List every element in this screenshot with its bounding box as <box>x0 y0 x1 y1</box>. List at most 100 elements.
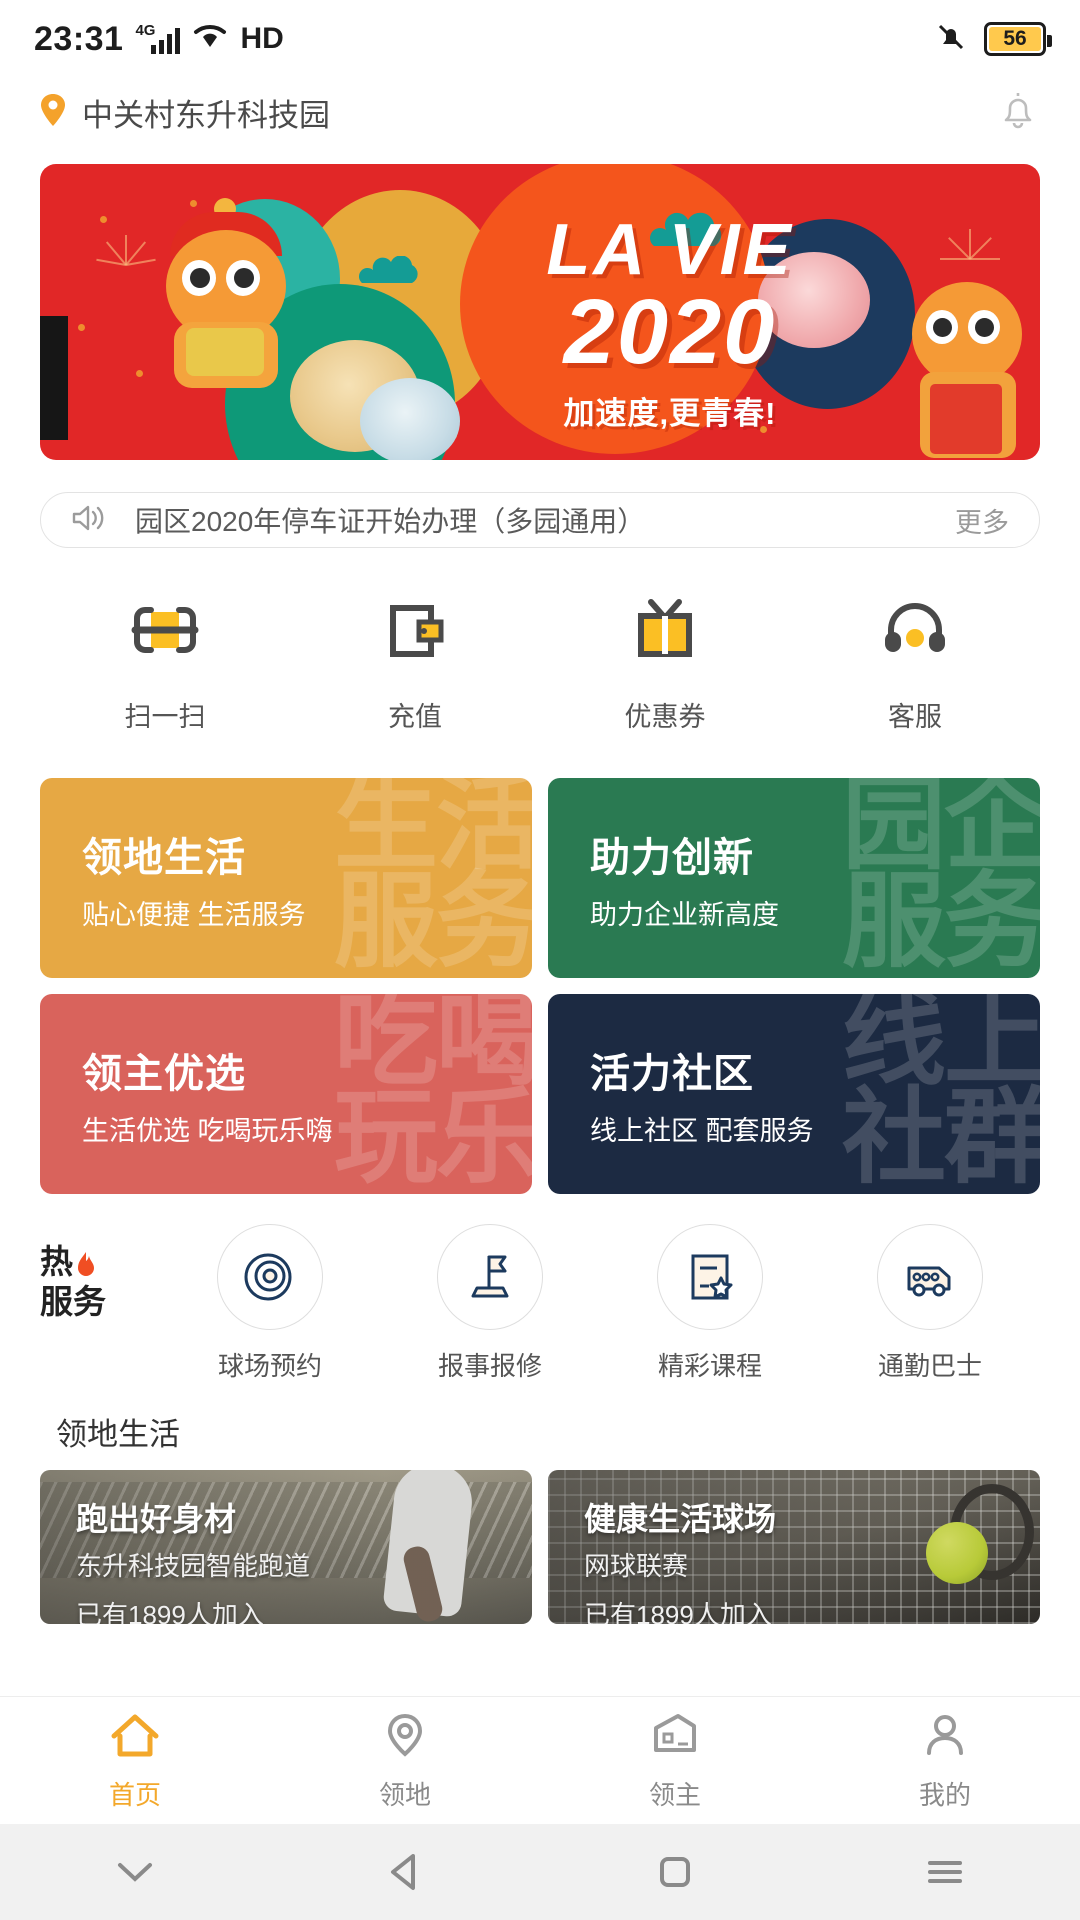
home-icon <box>108 1710 162 1765</box>
card-title: 领地生活 <box>82 835 246 880</box>
status-bar-right: 56 <box>934 20 1052 59</box>
banner-title-line2: 2020 <box>563 281 777 384</box>
battery-level: 56 <box>1003 27 1027 50</box>
status-time: 23:31 <box>34 19 124 58</box>
promo-banner[interactable]: LA VIE 2020 加速度,更青春! <box>40 164 1040 460</box>
feed-card-running[interactable]: 跑出好身材 东升科技园智能跑道 已有1899人加入 <box>40 1470 532 1624</box>
quick-action-recharge[interactable]: 充值 <box>290 594 540 734</box>
feature-card-innovation[interactable]: 园企 服务 助力创新 助力企业新高度 <box>548 778 1040 978</box>
hd-label: HD <box>240 22 284 55</box>
bell-muted-icon <box>934 20 968 59</box>
bottom-tab-bar: 首页 领地 领主 我的 <box>0 1696 1080 1824</box>
gift-coupon-icon <box>629 594 701 671</box>
card-title: 助力创新 <box>590 835 754 880</box>
feature-card-selection[interactable]: 吃喝 玩乐 领主优选 生活优选 吃喝玩乐嗨 <box>40 994 532 1194</box>
feed-card-text: 跑出好身材 东升科技园智能跑道 已有1899人加入 <box>76 1494 310 1624</box>
mascot-character <box>152 198 302 392</box>
banner-side-badge <box>40 316 68 440</box>
quick-action-support[interactable]: 客服 <box>790 594 1040 734</box>
mascot-character <box>896 276 1036 458</box>
card-subtitle: 线上社区 配套服务 <box>590 1115 814 1146</box>
cloud-motif-icon <box>356 255 430 295</box>
banner-text-block: LA VIE 2020 加速度,更青春! <box>510 210 830 433</box>
tab-landlord[interactable]: 领主 <box>540 1710 810 1812</box>
feature-card-life[interactable]: 生活 服务 领地生活 贴心便捷 生活服务 <box>40 778 532 978</box>
hot-title-line1: 热 <box>40 1243 73 1280</box>
headset-support-icon <box>879 594 951 671</box>
hot-service-repair[interactable]: 报事报修 <box>380 1224 600 1383</box>
report-repair-icon <box>437 1224 543 1330</box>
feed-card-title: 健康生活球场 <box>584 1501 777 1537</box>
card-title: 领主优选 <box>82 1051 246 1096</box>
location-pin-icon <box>40 93 66 132</box>
course-certificate-icon <box>657 1224 763 1330</box>
signal-icon: 4G <box>135 22 181 54</box>
location-name: 中关村东升科技园 <box>82 97 330 133</box>
peony-flower <box>360 378 460 460</box>
feed-card-tennis[interactable]: 健康生活球场 网球联赛 已有1899人加入 <box>548 1470 1040 1624</box>
hot-services-title: 热 服务 <box>40 1224 160 1323</box>
hot-service-court[interactable]: 球场预约 <box>160 1224 380 1383</box>
status-bar-left: 23:31 4G HD <box>34 20 284 59</box>
quick-actions-row: 扫一扫 充值 优惠券 客服 <box>40 594 1040 734</box>
hot-service-label: 精彩课程 <box>657 1351 762 1381</box>
notification-bell-icon[interactable] <box>996 87 1040 138</box>
quick-action-scan[interactable]: 扫一扫 <box>40 594 290 734</box>
shuttle-bus-icon <box>877 1224 983 1330</box>
banner-subtitle: 加速度,更青春! <box>563 396 777 432</box>
quick-action-label: 客服 <box>888 702 942 732</box>
tab-profile[interactable]: 我的 <box>810 1710 1080 1812</box>
card-title: 活力社区 <box>590 1051 754 1096</box>
card-subtitle: 生活优选 吃喝玩乐嗨 <box>82 1115 333 1146</box>
speaker-icon <box>71 503 105 538</box>
feed-card-joined: 已有1899人加入 <box>584 1600 772 1624</box>
notice-bar[interactable]: 园区2020年停车证开始办理（多园通用） 更多 <box>40 492 1040 548</box>
hot-service-label: 球场预约 <box>217 1351 322 1381</box>
feed-card-subtitle: 东升科技园智能跑道 <box>76 1551 311 1581</box>
feed-card-joined: 已有1899人加入 <box>76 1600 264 1624</box>
back-triangle-icon[interactable] <box>270 1850 540 1894</box>
feed-card-title: 跑出好身材 <box>76 1501 237 1537</box>
feed-card-text: 健康生活球场 网球联赛 已有1899人加入 <box>584 1494 776 1624</box>
banner-title-line1: LA VIE <box>546 210 794 290</box>
home-square-icon[interactable] <box>540 1851 810 1893</box>
feed-card-subtitle: 网球联赛 <box>584 1551 689 1581</box>
wallet-icon <box>379 594 451 671</box>
feature-card-community[interactable]: 线上 社群 活力社区 线上社区 配套服务 <box>548 994 1040 1194</box>
battery-indicator: 56 <box>984 22 1052 56</box>
pin-icon <box>380 1710 430 1765</box>
quick-action-label: 扫一扫 <box>124 702 206 732</box>
tab-label: 领地 <box>378 1779 431 1810</box>
tab-label: 我的 <box>918 1779 971 1810</box>
notice-text: 园区2020年停车证开始办理（多园通用） <box>135 506 646 537</box>
menu-lines-icon[interactable] <box>810 1855 1080 1889</box>
wifi-icon <box>192 23 228 56</box>
tab-label: 领主 <box>648 1779 701 1810</box>
android-nav-bar <box>0 1824 1080 1920</box>
firework-decoration <box>90 200 160 270</box>
notice-more-link[interactable]: 更多 <box>955 501 1009 540</box>
quick-action-label: 充值 <box>388 702 442 732</box>
cards-icon <box>648 1710 702 1765</box>
status-bar: 23:31 4G HD 56 <box>0 0 1080 78</box>
hot-service-label: 报事报修 <box>437 1351 542 1381</box>
feature-cards-grid: 生活 服务 领地生活 贴心便捷 生活服务 园企 服务 助力创新 助力企业新高度 … <box>40 778 1040 1194</box>
tab-territory[interactable]: 领地 <box>270 1710 540 1812</box>
tab-home[interactable]: 首页 <box>0 1710 270 1812</box>
hot-service-bus[interactable]: 通勤巴士 <box>820 1224 1040 1383</box>
person-icon <box>920 1710 970 1765</box>
hot-service-course[interactable]: 精彩课程 <box>600 1224 820 1383</box>
card-subtitle: 贴心便捷 生活服务 <box>82 899 306 930</box>
quick-action-coupon[interactable]: 优惠券 <box>540 594 790 734</box>
hot-services-items: 球场预约 报事报修 精彩课程 通勤巴士 <box>160 1224 1040 1383</box>
location-selector[interactable]: 中关村东升科技园 <box>40 90 330 135</box>
network-type-label: 4G <box>135 22 156 39</box>
scan-qr-icon <box>129 594 201 671</box>
hot-service-label: 通勤巴士 <box>877 1351 982 1381</box>
chevron-down-icon[interactable] <box>0 1858 270 1886</box>
court-booking-icon <box>217 1224 323 1330</box>
quick-action-label: 优惠券 <box>624 702 706 732</box>
feed-grid: 跑出好身材 东升科技园智能跑道 已有1899人加入 健康生活球场 网球联赛 已有… <box>40 1470 1040 1624</box>
firework-decoration <box>934 194 1004 264</box>
location-header: 中关村东升科技园 <box>0 78 1080 146</box>
